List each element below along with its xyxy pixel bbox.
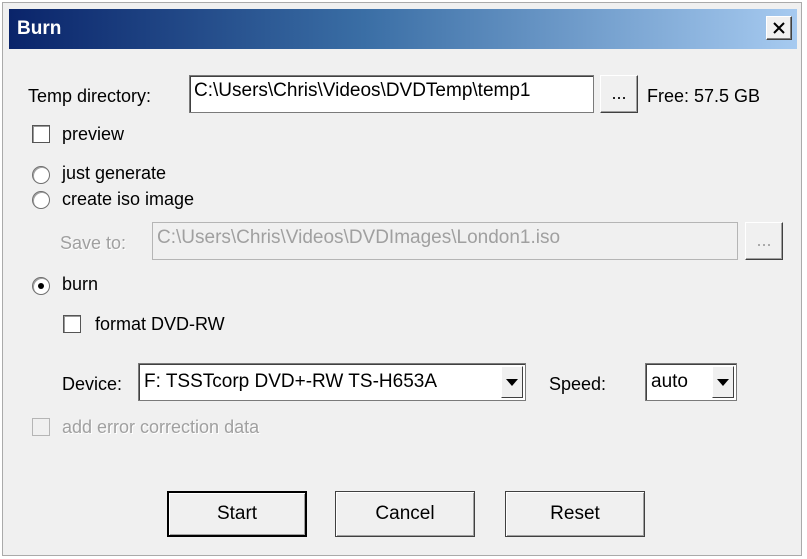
temp-browse-button[interactable]: ... [600,75,638,113]
close-icon [773,22,785,34]
preview-label: preview [62,124,125,144]
burn-label: burn [62,274,99,294]
free-space-text: Free: 57.5 GB [647,86,761,106]
device-label: Device: [62,374,123,394]
device-selected-value: F: TSSTcorp DVD+-RW TS-H653A [144,371,437,392]
speed-selected-value: auto [651,371,688,392]
chevron-down-icon [717,378,729,386]
preview-checkbox[interactable] [32,125,50,143]
just-generate-radio[interactable] [32,166,50,184]
radio-selected-dot [38,283,44,289]
title-bar[interactable]: Burn [9,9,797,49]
reset-button[interactable]: Reset [505,491,645,537]
create-iso-image-label: create iso image [62,189,195,209]
save-to-input[interactable]: C:\Users\Chris\Videos\DVDImages\London1.… [152,222,738,260]
save-to-browse-button[interactable]: ... [745,222,783,260]
create-iso-image-radio[interactable] [32,191,50,209]
close-button[interactable] [766,16,792,40]
cancel-button[interactable]: Cancel [335,491,475,537]
speed-label: Speed: [549,374,607,394]
temp-directory-label: Temp directory: [28,86,152,106]
format-dvd-rw-checkbox[interactable] [63,315,81,333]
speed-select[interactable]: auto [645,363,737,401]
temp-directory-input[interactable]: C:\Users\Chris\Videos\DVDTemp\temp1 [189,75,594,113]
just-generate-label: just generate [62,163,167,183]
device-select[interactable]: F: TSSTcorp DVD+-RW TS-H653A [138,363,526,401]
start-button[interactable]: Start [167,491,307,537]
window-title: Burn [17,18,62,39]
burn-radio[interactable] [32,277,50,295]
format-dvd-rw-label: format DVD-RW [95,314,225,334]
error-correction-label: add error correction data [62,417,260,437]
chevron-down-icon [506,378,518,386]
save-to-label: Save to: [60,233,127,253]
error-correction-checkbox[interactable] [32,418,50,436]
speed-dropdown-button[interactable] [712,366,734,398]
device-dropdown-button[interactable] [501,366,523,398]
